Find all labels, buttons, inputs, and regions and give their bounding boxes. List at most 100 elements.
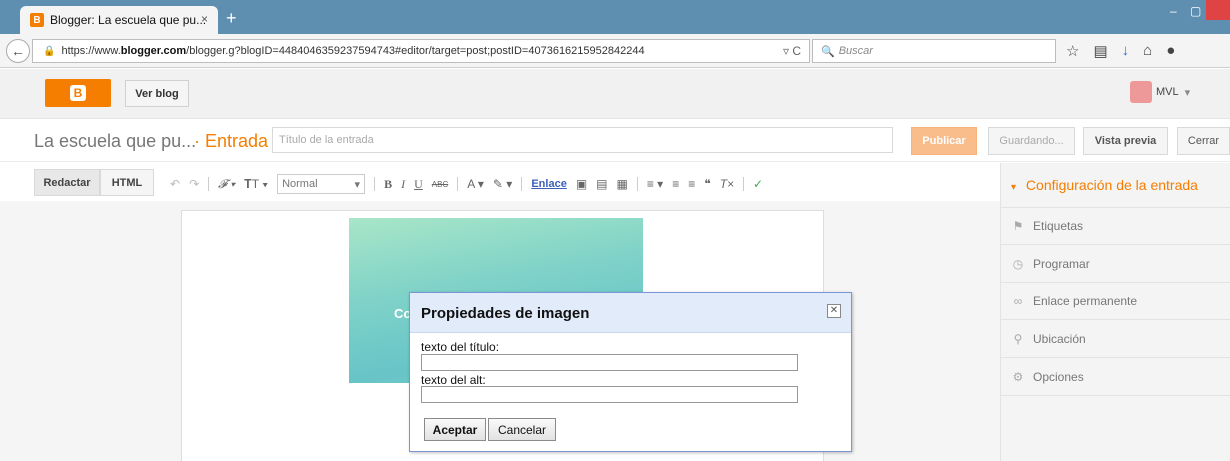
html-mode-button[interactable]: HTML (100, 169, 154, 196)
toolbar-divider (374, 177, 376, 191)
align-icon[interactable]: ≡ ▾ (647, 177, 663, 191)
highlight-color-icon[interactable]: ✎ ▾ (493, 177, 512, 191)
download-icon[interactable]: ↓ (1122, 42, 1130, 60)
redo-icon[interactable]: ↷ (189, 177, 199, 191)
sidebar-divider (1001, 357, 1230, 358)
quote-icon[interactable]: ❝ (704, 177, 710, 191)
close-icon[interactable]: ✕ (827, 304, 841, 318)
browser-tab[interactable]: B Blogger: La escuela que pu... × (20, 6, 218, 34)
insert-image-icon[interactable]: ▣ (576, 177, 587, 191)
underline-icon[interactable]: U (414, 177, 423, 192)
tab-title: Blogger: La escuela que pu... (50, 13, 207, 27)
format-select-value: Normal (282, 178, 318, 190)
blogger-logo-button[interactable]: B (45, 79, 111, 107)
alt-text-field[interactable] (421, 386, 798, 403)
bulleted-list-icon[interactable]: ≡ (688, 177, 695, 191)
tag-icon: ⚑ (1012, 219, 1024, 233)
post-settings-header[interactable]: ▾ Configuración de la entrada (1011, 177, 1198, 193)
undo-icon[interactable]: ↶ (170, 177, 180, 191)
dialog-titlebar[interactable]: Propiedades de imagen ✕ (410, 293, 851, 333)
link-icon: ∞ (1013, 294, 1023, 308)
editor-toolbar: Redactar HTML ↶ ↷ 𝓕 ▾ 𝐓T ▾ Normal ▾ B I … (0, 163, 1000, 201)
spellcheck-icon[interactable]: ✓ (753, 177, 763, 191)
insert-link-button[interactable]: Enlace (531, 178, 566, 190)
chevron-down-icon: ▾ (1184, 86, 1191, 99)
toolbar-divider (457, 177, 459, 191)
alt-text-label: texto del alt: (421, 373, 486, 387)
sidebar-item-schedule[interactable]: ◷ Programar (1011, 257, 1230, 271)
numbered-list-icon[interactable]: ≡ (672, 177, 679, 191)
publish-button[interactable]: Publicar (911, 127, 977, 155)
url-domain: blogger.com (120, 45, 187, 57)
compose-mode-button[interactable]: Redactar (34, 169, 100, 196)
view-blog-button[interactable]: Ver blog (125, 80, 189, 107)
formatting-tools: ↶ ↷ 𝓕 ▾ 𝐓T ▾ Normal ▾ B I U ABC A ▾ ✎ ▾ … (170, 174, 763, 194)
chevron-down-icon: ▾ (1011, 182, 1017, 193)
reload-icon[interactable]: ▿ C (783, 44, 801, 58)
post-settings-title: Configuración de la entrada (1025, 177, 1198, 193)
sidebar-item-label: Ubicación (1033, 332, 1086, 346)
home-icon[interactable]: ⌂ (1143, 42, 1152, 60)
font-size-icon[interactable]: 𝐓T ▾ (244, 177, 268, 192)
url-prefix: https://www. (61, 45, 121, 57)
font-family-icon[interactable]: 𝓕 ▾ (218, 177, 235, 192)
sidebar-divider (1001, 207, 1230, 208)
maximize-icon[interactable]: ▢ (1190, 4, 1201, 18)
gear-icon: ⚙ (1012, 370, 1024, 384)
new-tab-button[interactable]: + (226, 8, 237, 29)
tab-close-icon[interactable]: × (201, 12, 208, 26)
toolbar-divider (636, 177, 638, 191)
title-text-label: texto del título: (421, 340, 500, 354)
close-button[interactable]: Cerrar (1177, 127, 1230, 155)
bookmark-star-icon[interactable]: ☆ (1066, 42, 1079, 60)
clear-formatting-icon[interactable]: T× (720, 177, 734, 191)
format-select[interactable]: Normal ▾ (277, 174, 366, 194)
blogger-favicon-icon: B (30, 13, 44, 27)
bold-icon[interactable]: B (384, 177, 392, 192)
sidebar-item-label: Programar (1033, 257, 1090, 271)
sidebar-divider (1001, 244, 1230, 245)
italic-icon[interactable]: I (401, 177, 405, 192)
chat-icon[interactable]: ● (1166, 42, 1175, 60)
back-arrow-icon: ← (11, 43, 25, 59)
post-settings-sidebar: ▾ Configuración de la entrada ⚑ Etiqueta… (1000, 163, 1230, 461)
clock-icon: ◷ (1012, 257, 1024, 271)
preview-button[interactable]: Vista previa (1083, 127, 1168, 155)
search-icon: 🔍 (821, 45, 835, 58)
minimize-icon[interactable]: – (1170, 4, 1177, 18)
browser-navbar: ← 🔒 https://www. blogger.com/blogger.g?bl… (0, 34, 1230, 68)
address-bar[interactable]: 🔒 https://www. blogger.com/blogger.g?blog… (32, 39, 810, 63)
sidebar-item-label: Enlace permanente (1033, 294, 1138, 308)
sidebar-item-permalink[interactable]: ∞ Enlace permanente (1011, 294, 1230, 308)
sidebar-item-label: Etiquetas (1033, 219, 1084, 233)
sidebar-item-location[interactable]: ⚲ Ubicación (1011, 332, 1230, 346)
blog-name[interactable]: La escuela que pu... (34, 131, 196, 152)
back-button[interactable]: ← (6, 39, 30, 63)
sidebar-item-options[interactable]: ⚙ Opciones (1011, 370, 1230, 384)
url-path: /blogger.g?blogID=4484046359237594743#ed… (186, 45, 645, 57)
browser-toolbar-icons: ☆ ▤ ↓ ⌂ ● (1066, 42, 1175, 60)
chevron-down-icon: ▾ (354, 178, 361, 191)
blogger-logo-icon: B (70, 85, 86, 101)
accept-button[interactable]: Aceptar (424, 418, 486, 441)
save-button[interactable]: Guardando... (988, 127, 1075, 155)
sidebar-item-labels[interactable]: ⚑ Etiquetas (1011, 219, 1230, 233)
browser-tabbar: B Blogger: La escuela que pu... × + – ▢ (0, 0, 1230, 34)
cancel-button[interactable]: Cancelar (488, 418, 556, 441)
insert-jump-break-icon[interactable]: ▦ (617, 177, 628, 191)
sidebar-divider (1001, 319, 1230, 320)
insert-video-icon[interactable]: ▤ (596, 177, 607, 191)
toolbar-divider (208, 177, 210, 191)
window-close-button[interactable] (1206, 0, 1230, 20)
title-text-field[interactable] (421, 354, 798, 371)
post-section-label: · Entrada (194, 131, 269, 151)
search-input[interactable]: 🔍 Buscar (812, 39, 1056, 63)
dialog-title: Propiedades de imagen (421, 305, 590, 322)
post-title-input[interactable]: Título de la entrada (272, 127, 893, 153)
lock-icon: 🔒 (43, 45, 56, 57)
blogger-header: B Ver blog MVL ▾ (0, 69, 1230, 119)
strikethrough-icon[interactable]: ABC (432, 180, 448, 189)
reading-list-icon[interactable]: ▤ (1093, 42, 1107, 60)
text-color-icon[interactable]: A ▾ (467, 177, 484, 191)
account-menu[interactable]: MVL ▾ (1130, 81, 1190, 103)
